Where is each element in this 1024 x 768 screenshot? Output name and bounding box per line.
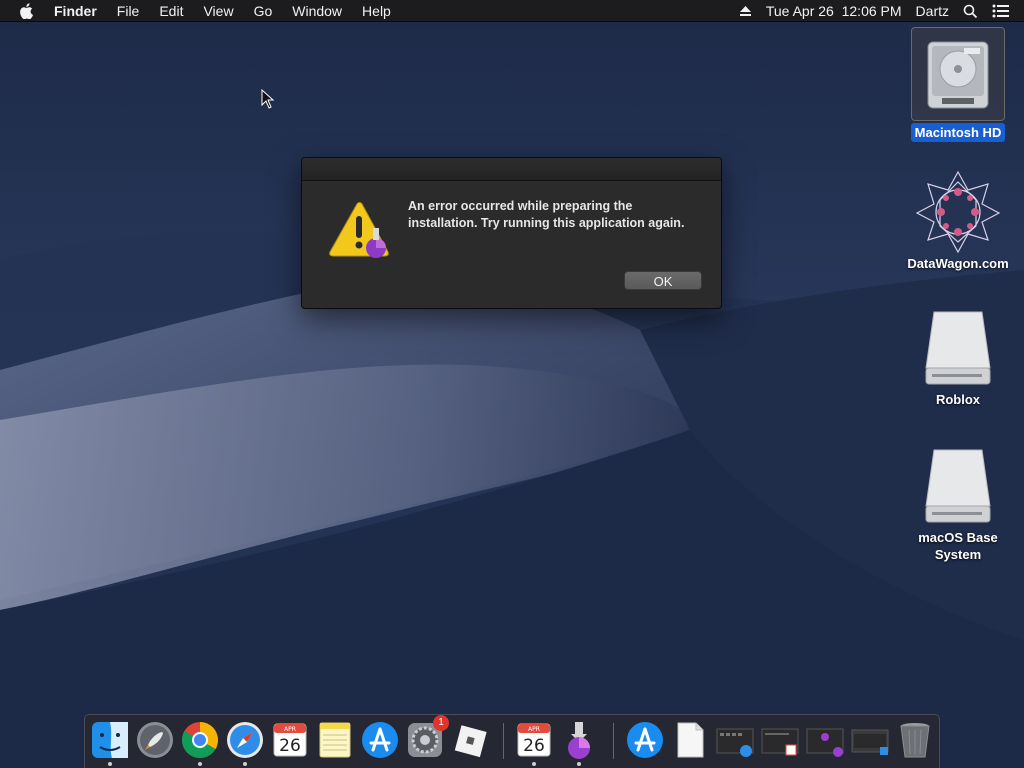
trash-icon	[900, 723, 930, 758]
calendar-month: APR	[528, 726, 540, 733]
calendar-day: 26	[279, 736, 301, 756]
window-thumbnail-icon	[851, 729, 889, 755]
error-alert-dialog: An error occurred while preparing the in…	[301, 157, 722, 309]
spotlight-search-icon[interactable]	[963, 4, 978, 19]
menu-file[interactable]: File	[117, 0, 140, 22]
safari-compass-icon	[227, 722, 263, 758]
desktop-icon-label: Roblox	[935, 392, 981, 407]
dock-minimized-window-3[interactable]	[805, 720, 845, 760]
desktop-icon-label: macOS Base System	[918, 530, 998, 562]
notes-icon	[319, 722, 351, 758]
dock-google-chrome[interactable]	[180, 720, 220, 760]
dock-roblox[interactable]	[450, 720, 490, 760]
calendar-icon: APR 26	[273, 723, 307, 757]
desktop-icon-label: Macintosh HD	[910, 123, 1006, 142]
dock-document[interactable]	[670, 720, 710, 760]
menubar-user[interactable]: Dartz	[916, 3, 949, 19]
dock-install-macos[interactable]	[559, 720, 599, 760]
dock-finder[interactable]	[90, 720, 130, 760]
chrome-icon	[181, 722, 219, 759]
ok-button[interactable]: OK	[624, 271, 702, 290]
running-indicator	[108, 762, 112, 766]
dock-notes[interactable]	[315, 720, 355, 760]
alert-message: An error occurred while preparing the in…	[408, 199, 685, 230]
desktop-icon-macos-base-system[interactable]: macOS Base System	[903, 446, 1013, 564]
desktop-icon-datawagon[interactable]: DataWagon.com	[903, 168, 1013, 273]
menu-window[interactable]: Window	[292, 0, 342, 22]
mouse-pointer-icon	[261, 89, 275, 109]
eject-icon[interactable]	[739, 5, 752, 17]
dock-app-store[interactable]	[360, 720, 400, 760]
external-drive-icon	[925, 311, 991, 385]
menubar-clock[interactable]: Tue Apr 26 12:06 PM	[766, 3, 902, 19]
window-thumbnail-icon	[716, 728, 754, 757]
running-indicator	[532, 762, 536, 766]
dialog-titlebar[interactable]	[302, 158, 721, 181]
notification-badge: 1	[433, 715, 449, 731]
running-indicator	[243, 762, 247, 766]
document-icon	[677, 722, 704, 758]
app-store-icon	[627, 722, 663, 758]
macos-installer-icon	[568, 722, 590, 759]
dock-separator	[613, 723, 614, 759]
warning-icon	[329, 202, 389, 258]
calendar-icon: APR 26	[517, 723, 551, 757]
calendar-month: APR	[284, 726, 296, 733]
roblox-icon	[454, 725, 487, 758]
menu-bar: Finder File Edit View Go Window Help Tue…	[0, 0, 1024, 22]
dock-minimized-window-4[interactable]	[850, 720, 890, 760]
menu-edit[interactable]: Edit	[159, 0, 183, 22]
calendar-day: 26	[523, 736, 545, 756]
notification-center-icon[interactable]	[992, 4, 1010, 18]
menu-help[interactable]: Help	[362, 0, 391, 22]
dock-app-store-2[interactable]	[625, 720, 665, 760]
desktop-icon-label: DataWagon.com	[907, 256, 1009, 271]
menu-app-finder[interactable]: Finder	[54, 0, 97, 22]
running-indicator	[198, 762, 202, 766]
dock: APR 26 1 APR 26	[84, 714, 940, 768]
launchpad-rocket-icon	[137, 722, 173, 758]
window-thumbnail-icon	[761, 728, 799, 756]
dock-minimized-window-2[interactable]	[760, 720, 800, 760]
dock-safari[interactable]	[225, 720, 265, 760]
internal-drive-icon	[927, 41, 989, 109]
window-thumbnail-icon	[806, 728, 844, 757]
desktop-icon-macintosh-hd[interactable]: Macintosh HD	[903, 27, 1013, 142]
datawagon-icon	[915, 170, 1001, 254]
dock-system-preferences[interactable]: 1	[405, 715, 449, 760]
desktop-icon-roblox[interactable]: Roblox	[903, 308, 1013, 409]
finder-icon	[92, 722, 128, 758]
external-drive-icon	[925, 449, 991, 523]
desktop-wallpaper	[0, 0, 1024, 768]
dock-launchpad[interactable]	[135, 720, 175, 760]
dock-separator	[503, 723, 504, 759]
apple-menu-icon[interactable]	[20, 2, 36, 19]
dock-trash[interactable]	[895, 720, 935, 760]
app-store-icon	[362, 722, 398, 758]
running-indicator	[577, 762, 581, 766]
dock-minimized-window-1[interactable]	[715, 720, 755, 760]
menu-go[interactable]: Go	[254, 0, 273, 22]
dock-calendar-2[interactable]: APR 26	[514, 720, 554, 760]
menu-view[interactable]: View	[203, 0, 233, 22]
dock-calendar[interactable]: APR 26	[270, 720, 310, 760]
